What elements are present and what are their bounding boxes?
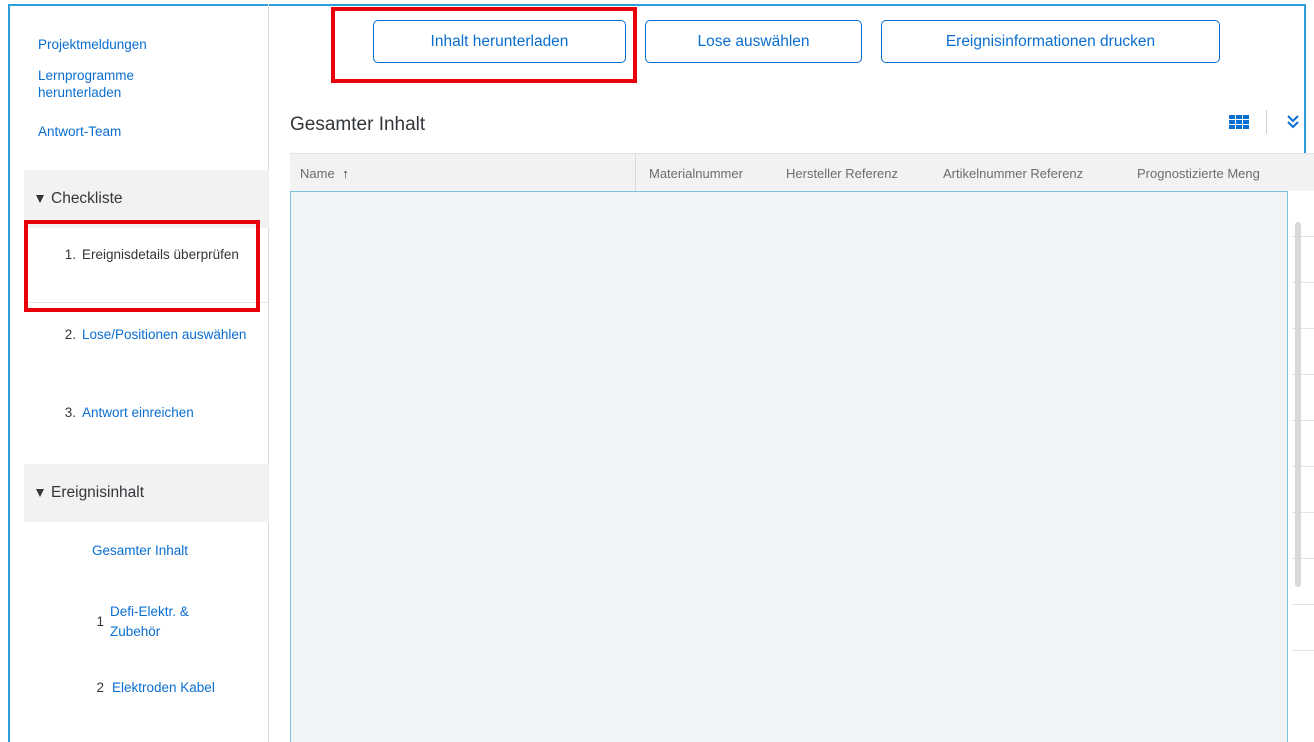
- item-number: 1: [96, 614, 104, 629]
- content-all[interactable]: Gesamter Inhalt: [92, 541, 188, 561]
- table-body: [290, 191, 1288, 742]
- column-name[interactable]: Name ↑: [300, 166, 349, 181]
- page-title: Gesamter Inhalt: [290, 114, 426, 135]
- print-event-info-button[interactable]: Ereignisinformationen drucken: [881, 20, 1220, 63]
- divider: [24, 302, 269, 303]
- column-forecast-quantity[interactable]: Prognostizierte Meng: [1137, 166, 1260, 181]
- step-number: 1.: [64, 247, 76, 262]
- item-number: 2: [96, 680, 104, 695]
- table-header: Name ↑ Materialnummer Hersteller Referen…: [290, 153, 1314, 192]
- link-response-team[interactable]: Antwort-Team: [38, 123, 121, 140]
- sidebar: Projektmeldungen Lernprogramme herunterl…: [24, 4, 269, 742]
- grid-view-icon[interactable]: [1229, 115, 1249, 129]
- checklist-step-3[interactable]: 3. Antwort einreichen: [24, 402, 269, 424]
- link-download-tutorials[interactable]: Lernprogramme herunterladen: [38, 67, 188, 101]
- toolbar-divider: [1266, 110, 1267, 134]
- step-label: Antwort einreichen: [82, 405, 194, 420]
- caret-down-icon: [36, 489, 44, 497]
- link-project-messages[interactable]: Projektmeldungen: [38, 36, 147, 53]
- select-lots-button[interactable]: Lose auswählen: [645, 20, 862, 63]
- column-manufacturer-reference[interactable]: Hersteller Referenz: [786, 166, 898, 181]
- column-article-number-reference[interactable]: Artikelnummer Referenz: [943, 166, 1083, 181]
- checklist-title: Checkliste: [51, 190, 123, 207]
- checklist-step-2[interactable]: 2. Lose/Positionen auswählen: [24, 324, 269, 346]
- content-item-1[interactable]: 1 Defi-Elektr. & Zubehör: [92, 602, 200, 642]
- event-content-header[interactable]: Ereignisinhalt: [24, 464, 269, 522]
- step-label: Ereignisdetails überprüfen: [82, 247, 239, 262]
- item-label: Defi-Elektr. & Zubehör: [110, 604, 189, 639]
- step-label: Lose/Positionen auswählen: [82, 327, 247, 342]
- step-number: 3.: [64, 405, 76, 420]
- checklist-step-1[interactable]: 1. Ereignisdetails überprüfen: [24, 244, 269, 266]
- vertical-scrollbar[interactable]: [1295, 222, 1301, 587]
- event-content-title: Ereignisinhalt: [51, 484, 145, 501]
- column-material-number[interactable]: Materialnummer: [649, 166, 743, 181]
- expand-icon[interactable]: [1286, 112, 1300, 130]
- content-item-2[interactable]: 2 Elektroden Kabel: [92, 678, 215, 698]
- checklist-header[interactable]: Checkliste: [24, 170, 269, 228]
- step-number: 2.: [64, 327, 76, 342]
- item-label: Elektroden Kabel: [112, 680, 215, 695]
- download-content-button[interactable]: Inhalt herunterladen: [373, 20, 626, 63]
- column-separator: [635, 154, 636, 192]
- caret-down-icon: [36, 195, 44, 203]
- sort-ascending-icon: ↑: [342, 166, 349, 181]
